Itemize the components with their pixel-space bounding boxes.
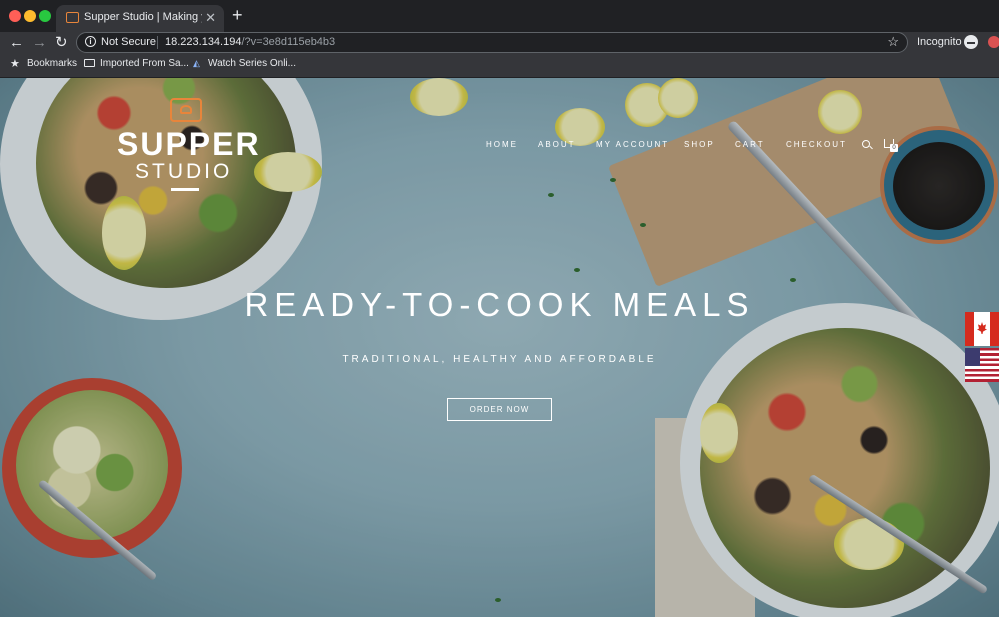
security-status[interactable]: Not Secure (101, 36, 156, 48)
tab-title: Supper Studio | Making your m (84, 11, 202, 23)
logo-title[interactable]: SUPPER (117, 126, 261, 163)
browser-toolbar: ← → ↻ i Not Secure 18.223.134.194/?v=3e8… (0, 32, 999, 54)
bookmark-star-icon[interactable]: ☆ (887, 34, 899, 50)
usa-flag-icon[interactable] (965, 348, 999, 382)
new-tab-button[interactable]: + (232, 5, 243, 25)
back-arrow-icon[interactable]: ← (9, 33, 24, 53)
folder-icon (84, 59, 95, 67)
logo-subtitle[interactable]: STUDIO (135, 160, 232, 184)
url-path: /?v=3e8d115eb4b3 (241, 36, 336, 48)
omnibox-divider (157, 36, 158, 49)
favicon-icon (66, 12, 79, 23)
nav-item-my-account[interactable]: MY ACCOUNT (596, 140, 669, 149)
canada-flag-icon[interactable] (965, 312, 999, 346)
watch-icon: ◭ (193, 58, 200, 68)
bookmarks-bar: ★ Bookmarks Imported From Sa... ◭ Watch … (0, 54, 999, 78)
hero-title: READY-TO-COOK MEALS (244, 286, 755, 323)
tab-close-icon[interactable]: ✕ (205, 10, 216, 26)
incognito-icon[interactable] (964, 35, 978, 49)
bookmark-item-bookmarks[interactable]: Bookmarks (27, 58, 77, 69)
hero-subtitle: TRADITIONAL, HEALTHY AND AFFORDABLE (342, 354, 657, 365)
browser-tab[interactable]: Supper Studio | Making your m ✕ (56, 5, 224, 32)
search-icon[interactable] (862, 140, 870, 148)
chef-hat-logo-icon[interactable] (170, 98, 202, 122)
nav-item-about[interactable]: ABOUT (538, 140, 576, 149)
maximize-window-button[interactable] (39, 10, 51, 22)
tab-strip: Supper Studio | Making your m ✕ + (0, 0, 999, 32)
bookmark-item-imported[interactable]: Imported From Sa... (100, 58, 189, 69)
url-text[interactable]: 18.223.134.194/?v=3e8d115eb4b3 (165, 36, 335, 48)
hero-section: SUPPER STUDIO HOME ABOUT MY ACCOUNT SHOP… (0, 78, 999, 617)
star-icon: ★ (10, 58, 20, 70)
bookmark-item-watch-series[interactable]: Watch Series Onli... (208, 58, 296, 69)
info-icon[interactable]: i (85, 36, 96, 47)
url-host: 18.223.134.194 (165, 36, 242, 48)
address-bar[interactable]: i Not Secure 18.223.134.194/?v=3e8d115eb… (76, 32, 908, 53)
flag-canton (965, 348, 980, 366)
forward-arrow-icon[interactable]: → (32, 33, 47, 53)
cart-count-badge[interactable]: 0 (890, 144, 898, 152)
close-window-button[interactable] (9, 10, 21, 22)
reload-icon[interactable]: ↻ (55, 33, 68, 53)
nav-item-checkout[interactable]: CHECKOUT (786, 140, 847, 149)
extension-icon[interactable] (988, 36, 999, 48)
maple-leaf-icon (977, 322, 987, 334)
incognito-label: Incognito (917, 36, 962, 48)
order-now-button[interactable]: ORDER NOW (447, 398, 552, 421)
minimize-window-button[interactable] (24, 10, 36, 22)
logo-underline (171, 188, 199, 191)
nav-item-shop[interactable]: SHOP (684, 140, 715, 149)
nav-item-cart[interactable]: CART (735, 140, 765, 149)
nav-item-home[interactable]: HOME (486, 140, 518, 149)
